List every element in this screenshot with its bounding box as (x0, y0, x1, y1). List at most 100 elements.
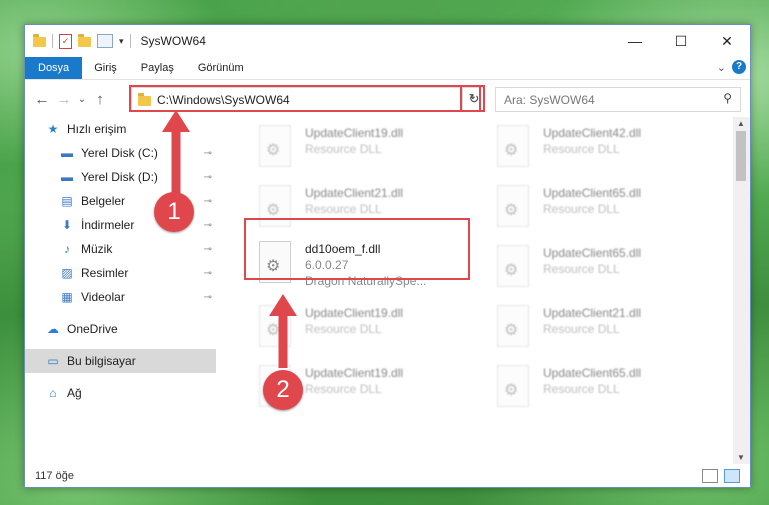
address-highlight-box (129, 85, 481, 112)
file-name: UpdateClient42.dll (543, 126, 642, 140)
file-tile[interactable]: UpdateClient65.dll Resource DLL (487, 361, 717, 417)
sidebar-item-resimler[interactable]: ▨ Resimler ⊸ (25, 261, 216, 285)
folder-icon (33, 34, 46, 47)
minimize-button[interactable]: — (612, 25, 658, 57)
file-name: UpdateClient19.dll (305, 126, 404, 140)
dll-file-icon (497, 365, 529, 407)
sidebar-item-yerel-disk-c-[interactable]: ▬ Yerel Disk (C:) ⊸ (25, 141, 216, 165)
pictures-icon: ▨ (61, 266, 73, 280)
up-button[interactable]: ↑ (89, 91, 111, 108)
file-tile[interactable]: UpdateClient65.dll Resource DLL (487, 181, 717, 237)
sidebar-item-yerel-disk-d-[interactable]: ▬ Yerel Disk (D:) ⊸ (25, 165, 216, 189)
file-description: Resource DLL (305, 142, 382, 156)
sidebar-item-label: Belgeler (81, 194, 126, 208)
pin-icon[interactable]: ⊸ (204, 292, 212, 303)
pin-icon[interactable]: ⊸ (204, 196, 212, 207)
drive-icon: ▬ (61, 170, 73, 184)
pin-icon[interactable]: ⊸ (204, 148, 212, 159)
sidebar-item-label: Yerel Disk (C:) (81, 146, 158, 160)
file-tile[interactable]: UpdateClient65.dll Resource DLL (487, 241, 717, 297)
pin-icon[interactable]: ⊸ (204, 172, 212, 183)
file-highlight-box (244, 218, 470, 280)
navigation-pane: ★ Hızlı erişim ▬ Yerel Disk (C:) ⊸ ▬ Yerel D… (25, 117, 216, 447)
close-button[interactable]: ✕ (704, 25, 750, 57)
pin-icon[interactable]: ⊸ (204, 268, 212, 279)
file-name: UpdateClient19.dll (305, 306, 404, 320)
sidebar-item-videolar[interactable]: ▦ Videolar ⊸ (25, 285, 216, 309)
search-icon[interactable]: ⚲ (723, 91, 732, 105)
tab-share[interactable]: Paylaş (129, 57, 186, 79)
sidebar-item-network[interactable]: ⌂ Ağ (25, 381, 216, 405)
sidebar-item-label: Bu bilgisayar (67, 354, 136, 368)
scroll-thumb[interactable] (736, 131, 746, 181)
file-tile[interactable]: UpdateClient19.dll Resource DLL (249, 121, 479, 177)
properties-check-icon[interactable]: ✓ (59, 33, 72, 49)
search-input[interactable]: Ara: SysWOW64 ⚲ (495, 87, 741, 112)
large-icons-view-icon[interactable] (724, 469, 740, 483)
sidebar-item-label: İndirmeler (81, 218, 135, 232)
file-list: dd10oem_f.dll 6.0.0.27 Dragon NaturallyS… (235, 117, 731, 457)
maximize-button[interactable]: ☐ (658, 25, 704, 57)
file-description: Resource DLL (543, 262, 620, 276)
scroll-down-icon[interactable]: ▼ (737, 453, 745, 462)
dll-file-icon (497, 305, 529, 347)
item-count: 117 öğe (35, 469, 74, 482)
file-name: UpdateClient65.dll (543, 186, 642, 200)
file-description: Resource DLL (543, 142, 620, 156)
window-controls: — ☐ ✕ (612, 25, 750, 57)
tab-view[interactable]: Görünüm (186, 57, 256, 79)
help-icon[interactable]: ? (732, 60, 746, 74)
dll-file-icon (259, 125, 291, 167)
sidebar-item-label: Resimler (81, 266, 129, 280)
sidebar-item-label: Hızlı erişim (67, 122, 127, 136)
divider (52, 34, 53, 48)
file-description: Resource DLL (543, 322, 620, 336)
properties-icon[interactable] (97, 34, 113, 48)
step-number: 2 (263, 370, 303, 410)
window-title: SysWOW64 (140, 34, 206, 48)
tab-home[interactable]: Giriş (82, 57, 129, 79)
download-icon: ⬇ (61, 218, 73, 232)
customize-dropdown-icon[interactable]: ▾ (119, 36, 124, 47)
title-bar: ✓ ▾ SysWOW64 — ☐ ✕ (25, 25, 750, 57)
new-folder-icon[interactable] (78, 34, 91, 47)
step-marker-2: 2 (263, 370, 303, 410)
search-placeholder: Ara: SysWOW64 (504, 92, 595, 107)
details-view-icon[interactable] (702, 469, 718, 483)
drive-icon: ▬ (61, 146, 73, 160)
back-button[interactable]: ← (31, 91, 53, 108)
file-tile[interactable]: UpdateClient21.dll Resource DLL (487, 301, 717, 357)
file-name: UpdateClient19.dll (305, 366, 404, 380)
step-marker-1: 1 (154, 192, 194, 232)
sidebar-item-quick-access[interactable]: ★ Hızlı erişim (25, 117, 216, 141)
pin-icon[interactable]: ⊸ (204, 220, 212, 231)
sidebar-item-m-zik[interactable]: ♪ Müzik ⊸ (25, 237, 216, 261)
sidebar-item-label: Yerel Disk (D:) (81, 170, 158, 184)
file-tile[interactable]: UpdateClient19.dll Resource DLL (249, 301, 479, 357)
ribbon-right: ⌄ ? (717, 60, 746, 74)
scroll-up-icon[interactable]: ▲ (737, 119, 745, 128)
sidebar-item-label: Ağ (67, 386, 82, 400)
cloud-icon: ☁ (47, 322, 59, 336)
vertical-scrollbar[interactable]: ▲ ▼ (733, 117, 750, 464)
file-tile[interactable]: UpdateClient42.dll Resource DLL (487, 121, 717, 177)
sidebar-item-onedrive[interactable]: ☁ OneDrive (25, 317, 216, 341)
step-number: 1 (154, 192, 194, 232)
quick-access-toolbar: ✓ ▾ (25, 33, 131, 49)
file-description: Resource DLL (305, 322, 382, 336)
navigation-bar: ← → ⌄ ↑ C:\Windows\SysWOW64 ⌄ ↻ Ara: Sys… (25, 80, 750, 118)
expand-ribbon-icon[interactable]: ⌄ (717, 61, 726, 74)
file-name: UpdateClient65.dll (543, 246, 642, 260)
network-icon: ⌂ (49, 386, 57, 400)
tab-file[interactable]: Dosya (25, 57, 83, 79)
computer-icon: ▭ (47, 354, 59, 368)
forward-button[interactable]: → (53, 91, 75, 108)
dll-file-icon (497, 125, 529, 167)
explorer-window: ✓ ▾ SysWOW64 — ☐ ✕ Dosya Giriş Paylaş Gö… (24, 24, 751, 488)
file-description: Resource DLL (543, 202, 620, 216)
file-name: UpdateClient21.dll (543, 306, 642, 320)
recent-locations-button[interactable]: ⌄ (75, 94, 89, 105)
sidebar-item-this-pc[interactable]: ▭ Bu bilgisayar (25, 349, 216, 373)
pin-icon[interactable]: ⊸ (204, 244, 212, 255)
videos-icon: ▦ (61, 290, 73, 304)
